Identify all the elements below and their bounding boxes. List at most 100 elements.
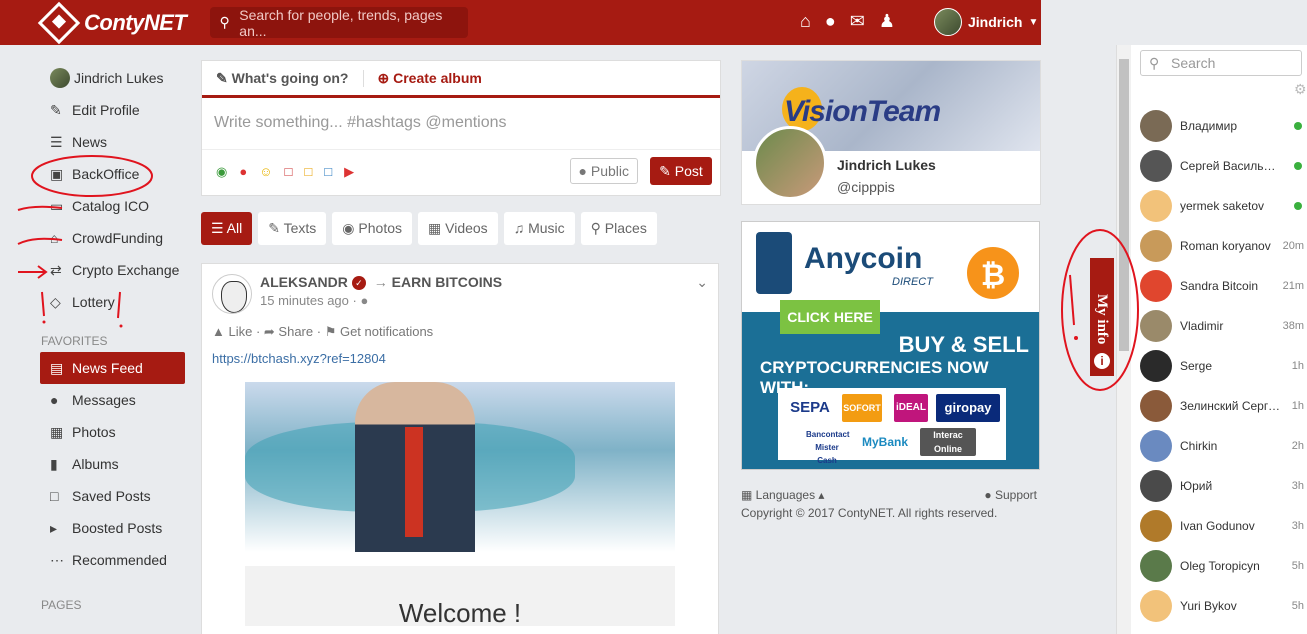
post-target-page[interactable]: EARN BITCOINS — [392, 274, 502, 290]
favorites-section-title: FAVORITES — [41, 334, 108, 348]
chat-contact-row[interactable]: Vladimir 38m — [1140, 306, 1307, 346]
online-status-icon — [1294, 122, 1302, 130]
like-button[interactable]: ▲ Like — [212, 324, 252, 339]
sidebar-item-albums[interactable]: ▮ Albums — [40, 448, 190, 480]
video-file-icon[interactable]: □ — [324, 164, 332, 180]
sidebar-item-news[interactable]: ☰ News — [40, 126, 190, 158]
scrollbar-thumb[interactable] — [1119, 59, 1129, 351]
profile-avatar[interactable] — [753, 126, 827, 200]
sidebar-item-photos[interactable]: ▦ Photos — [40, 416, 190, 448]
sepa-logo: SEPA — [790, 399, 830, 416]
languages-link[interactable]: ▦ Languages ▴ — [741, 488, 824, 502]
sidebar-item-crowdfunding[interactable]: ⌂ CrowdFunding — [40, 222, 190, 254]
tab-status[interactable]: ✎ What's going on? — [216, 69, 364, 87]
notifications-button[interactable]: ⚑ Get notifications — [325, 324, 434, 339]
avatar — [1140, 230, 1172, 262]
filter-videos[interactable]: ▦ Videos — [418, 212, 498, 245]
chat-contact-row[interactable]: Владимир — [1140, 106, 1307, 146]
post-time[interactable]: 15 minutes ago · ● — [260, 293, 502, 308]
brand-logo[interactable]: ContyNET — [37, 1, 187, 45]
sidebar-item-catalog-ico[interactable]: ▭ Catalog ICO — [40, 190, 190, 222]
chat-contact-name: Serge — [1180, 359, 1213, 373]
ad-cta-button[interactable]: CLICK HERE — [780, 300, 880, 334]
map-pin-icon[interactable]: ● — [239, 164, 247, 180]
sidebar-item-boosted-posts[interactable]: ▸ Boosted Posts — [40, 512, 190, 544]
image-icon: ▦ — [50, 423, 64, 440]
sidebar-item-edit-profile[interactable]: ✎ Edit Profile — [40, 94, 190, 126]
profile-name[interactable]: Jindrich Lukes — [837, 157, 936, 173]
chat-contact-row[interactable]: Serge 1h — [1140, 346, 1307, 386]
friends-icon[interactable]: ♟ — [879, 11, 895, 32]
messages-icon[interactable]: ✉ — [850, 11, 865, 32]
share-button[interactable]: ➦ Share — [264, 324, 313, 339]
filter-music[interactable]: ♫ Music — [503, 212, 575, 245]
filter-label: Photos — [358, 220, 402, 236]
gear-icon[interactable]: ⚙ — [1294, 81, 1307, 98]
chat-contact-row[interactable]: Юрий 3h — [1140, 466, 1307, 506]
chat-contact-name: Roman koryanov — [1180, 239, 1271, 253]
chat-contact-row[interactable]: Ivan Godunov 3h — [1140, 506, 1307, 546]
sidebar-item-saved-posts[interactable]: □ Saved Posts — [40, 480, 190, 512]
chat-contact-row[interactable]: Yuri Bykov 5h — [1140, 586, 1307, 626]
megaphone-icon: ▸ — [50, 519, 58, 536]
sidebar-item-news-feed[interactable]: ▤ News Feed — [40, 352, 185, 384]
sidebar-item-messages[interactable]: ● Messages — [40, 384, 190, 416]
wallet-icon — [756, 232, 792, 294]
post-text-input[interactable]: Write something... #hashtags @mentions — [202, 98, 720, 150]
chat-search-input[interactable]: ⚲ Search — [1140, 50, 1302, 76]
chat-contact-name: Oleg Toropicyn — [1180, 559, 1260, 573]
sidebar-item-recommended[interactable]: ⋯ Recommended — [40, 544, 190, 576]
chat-contact-row[interactable]: Chirkin 2h — [1140, 426, 1307, 466]
audio-file-icon[interactable]: □ — [304, 164, 312, 180]
post-image[interactable] — [245, 382, 675, 552]
chat-contact-row[interactable]: Roman koryanov 20m — [1140, 226, 1307, 266]
home-icon[interactable]: ⌂ — [800, 11, 811, 32]
chat-contact-row[interactable]: Sandra Bitcoin 21m — [1140, 266, 1307, 306]
chat-contact-row[interactable]: Зелинский Сергей 1h — [1140, 386, 1307, 426]
filter-texts[interactable]: ✎ Texts — [258, 212, 327, 245]
author-name[interactable]: ALEKSANDR — [260, 274, 348, 290]
sidebar-item-crypto-exchange[interactable]: ⇄ Crypto Exchange — [40, 254, 190, 286]
chat-contact-name: Sandra Bitcoin — [1180, 279, 1259, 293]
filter-places[interactable]: ⚲ Places — [580, 212, 657, 245]
sidebar-item-backoffice[interactable]: ▣ BackOffice — [40, 158, 190, 190]
feed-filter-tabs: ☰ All ✎ Texts ◉ Photos ▦ Videos ♫ Music … — [201, 212, 657, 245]
filter-all[interactable]: ☰ All — [201, 212, 253, 245]
sidebar-item-profile[interactable]: Jindrich Lukes — [40, 62, 190, 94]
chat-contact-row[interactable]: yermek saketov — [1140, 186, 1307, 226]
anycoin-ad-banner[interactable]: Anycoin DIRECT ₿ CLICK HERE BUY & SELL C… — [741, 221, 1040, 470]
ad-brand: Anycoin — [804, 242, 923, 275]
ad-header: Anycoin DIRECT ₿ — [742, 222, 1039, 312]
support-link[interactable]: ● Support — [984, 488, 1037, 502]
feed-post: ALEKSANDR ✓ → EARN BITCOINS 15 minutes ag… — [201, 263, 719, 634]
chevron-down-icon[interactable]: ⌄ — [696, 274, 708, 291]
sidebar-item-label: Recommended — [72, 552, 167, 568]
globe-icon[interactable]: ● — [825, 11, 836, 32]
sidebar-item-label: Jindrich Lukes — [74, 70, 164, 86]
annotation-exclaim-myinfo — [1069, 274, 1075, 326]
emoji-icon[interactable]: ☺ — [259, 164, 272, 180]
avatar — [1140, 270, 1172, 302]
last-seen-time: 1h — [1291, 360, 1304, 372]
post-button[interactable]: ✎ Post — [650, 157, 712, 185]
tab-create-album[interactable]: ⊕ Create album — [364, 70, 482, 87]
post-link[interactable]: https://btchash.xyz?ref=12804 — [212, 351, 386, 366]
document-icon[interactable]: □ — [284, 164, 292, 180]
user-menu[interactable]: Jindrich ▼ — [934, 8, 1038, 36]
pencil-icon: ✎ — [50, 101, 62, 118]
chat-contact-row[interactable]: Oleg Toropicyn 5h — [1140, 546, 1307, 586]
list-icon: ☰ — [50, 133, 63, 150]
sidebar-item-label: Lottery — [72, 294, 115, 310]
sidebar-item-label: Photos — [72, 424, 116, 440]
mybank-logo: MyBank — [861, 435, 908, 449]
youtube-icon[interactable]: ▶ — [344, 164, 354, 180]
filter-photos[interactable]: ◉ Photos — [332, 212, 412, 245]
sidebar-item-lottery[interactable]: ◇ Lottery — [40, 286, 190, 318]
privacy-selector[interactable]: ● Public — [569, 158, 638, 184]
camera-icon[interactable]: ◉ — [216, 164, 227, 180]
global-search-input[interactable]: ⚲ Search for people, trends, pages an... — [210, 7, 468, 39]
page-scrollbar[interactable] — [1116, 45, 1131, 634]
languages-label: Languages — [755, 488, 816, 502]
chat-contact-row[interactable]: Сергей Васильев... — [1140, 146, 1307, 186]
author-avatar[interactable] — [212, 274, 252, 314]
